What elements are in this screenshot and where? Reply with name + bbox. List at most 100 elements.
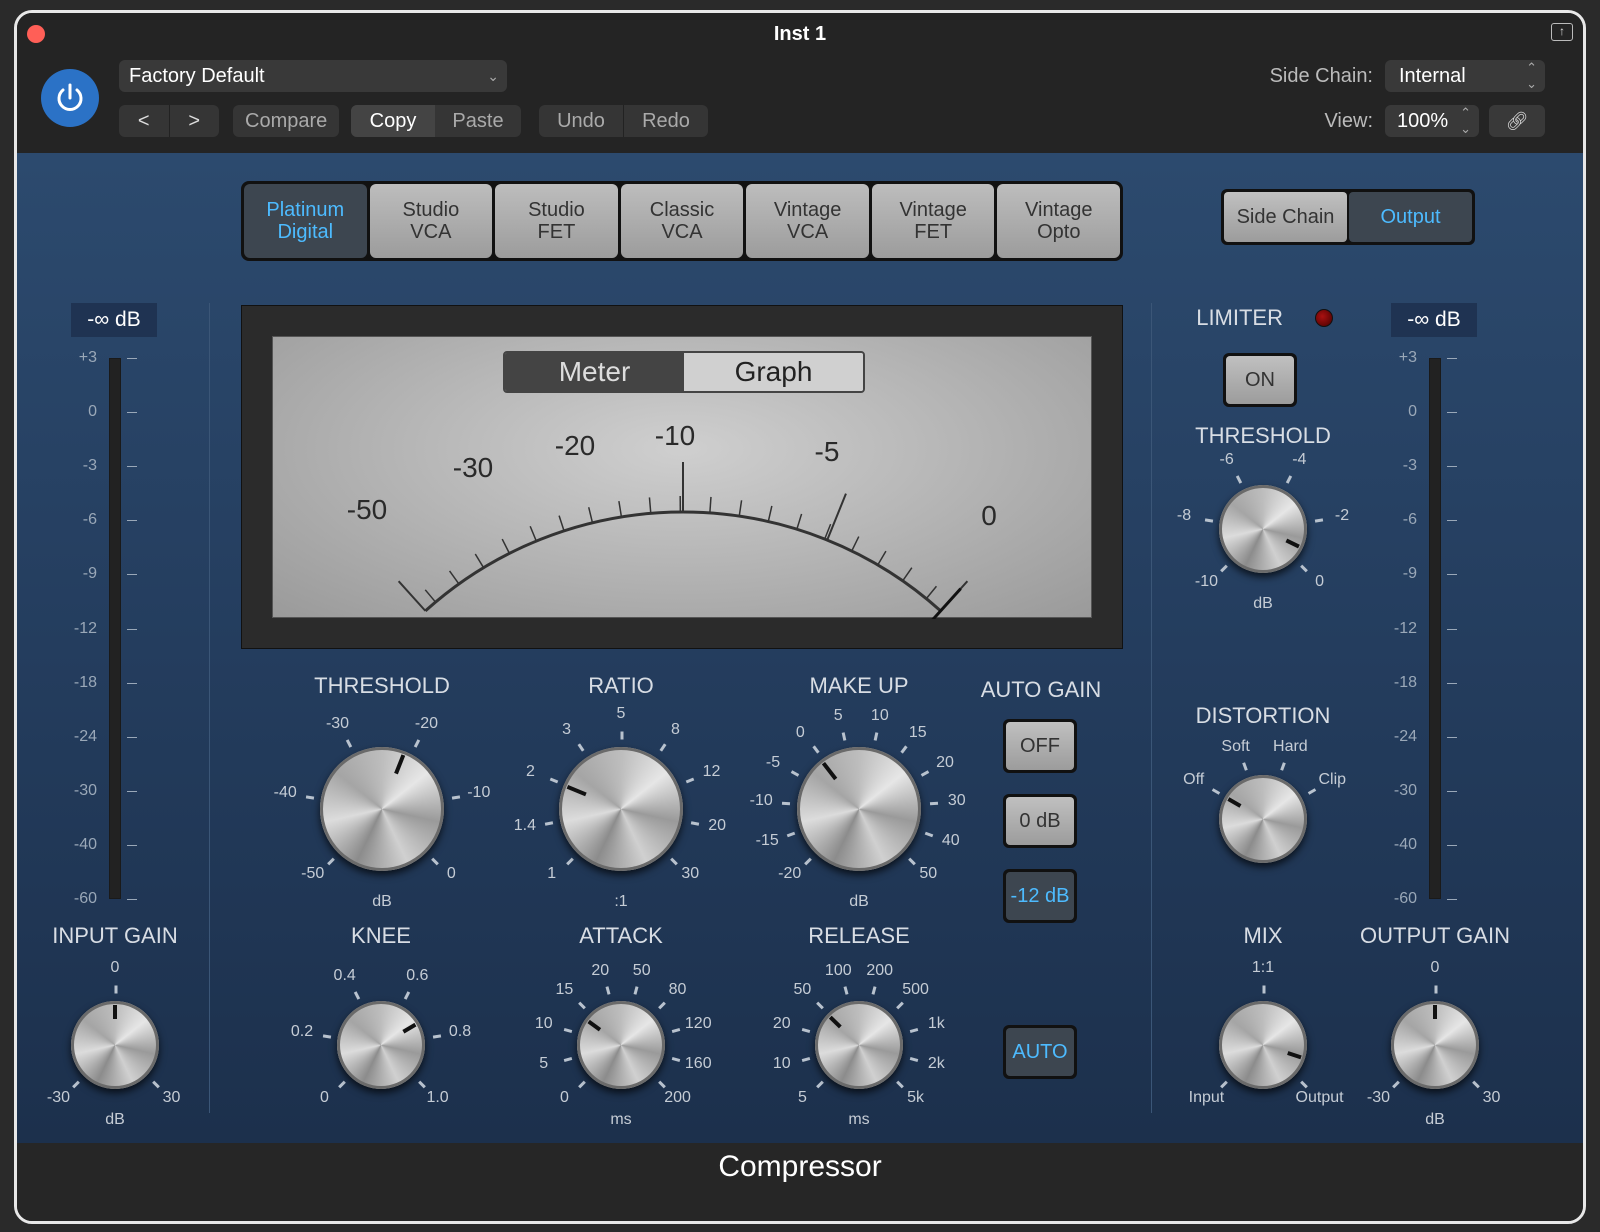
release-knob[interactable] bbox=[815, 1001, 903, 1089]
attack-knob[interactable] bbox=[577, 1001, 665, 1089]
mix-knob[interactable] bbox=[1219, 1001, 1307, 1089]
limiter-threshold-knob[interactable] bbox=[1219, 485, 1307, 573]
knob-tick bbox=[577, 743, 585, 752]
knob-pointer bbox=[402, 1022, 417, 1034]
knob-unit: dB bbox=[372, 893, 392, 910]
knob-tick bbox=[1280, 762, 1286, 771]
knob-tick bbox=[895, 1080, 904, 1089]
knob-scale-label: 10 bbox=[772, 1054, 791, 1072]
input-scale-tick bbox=[127, 412, 137, 414]
vu-meter: Meter Graph -50 -30 -20 -10 -5 0 bbox=[241, 305, 1123, 649]
circuit-type-5[interactable]: Vintage FET bbox=[871, 184, 995, 258]
circuit-type-2[interactable]: Studio FET bbox=[495, 184, 618, 258]
auto-gain-option-0[interactable]: OFF bbox=[1003, 719, 1077, 773]
link-button[interactable]: 🔗︎ bbox=[1489, 105, 1545, 137]
knob-scale-label: 40 bbox=[941, 831, 960, 849]
distortion-knob[interactable] bbox=[1219, 775, 1307, 863]
prev-preset-button[interactable]: < bbox=[119, 105, 169, 137]
knob-scale-label: 20 bbox=[936, 753, 954, 771]
knob-scale-label: Soft bbox=[1221, 737, 1250, 755]
knob-scale-label: 120 bbox=[684, 1015, 712, 1033]
output-scale-tick bbox=[1447, 628, 1457, 630]
knob-unit: :1 bbox=[614, 893, 628, 910]
knee-label: KNEE bbox=[351, 923, 411, 948]
knob-pointer bbox=[394, 754, 406, 775]
view-tab-output[interactable]: Output bbox=[1349, 192, 1472, 242]
input-scale-label: +3 bbox=[78, 349, 97, 366]
knob-scale-label: 8 bbox=[670, 720, 680, 738]
threshold-knob[interactable] bbox=[320, 747, 444, 871]
compare-button[interactable]: Compare bbox=[233, 105, 339, 137]
circuit-type-0[interactable]: Platinum Digital bbox=[244, 184, 367, 258]
knob-scale-label: -10 bbox=[1194, 572, 1218, 590]
knob-scale-label: 0 bbox=[319, 1088, 329, 1106]
knob-scale-label: 30 bbox=[681, 865, 700, 883]
preset-dropdown[interactable]: Factory Default ⌄ bbox=[119, 60, 507, 92]
undo-button[interactable]: Undo bbox=[539, 105, 623, 137]
vu-tick bbox=[424, 589, 437, 603]
circuit-type-6[interactable]: Vintage Opto bbox=[997, 184, 1121, 258]
updown-chevron-icon: ⌃ ⌄ bbox=[1460, 105, 1471, 136]
power-button[interactable] bbox=[41, 69, 99, 127]
input-scale-tick bbox=[127, 682, 137, 684]
output-scale-tick bbox=[1447, 574, 1457, 576]
side-chain-select[interactable]: Internal ⌃ ⌄ bbox=[1385, 60, 1545, 92]
knob-tick bbox=[659, 743, 667, 752]
paste-button[interactable]: Paste bbox=[435, 105, 521, 137]
view-tab-side-chain[interactable]: Side Chain bbox=[1224, 192, 1347, 242]
output-scale-tick bbox=[1447, 412, 1457, 414]
knob-scale-label: 5k bbox=[907, 1088, 925, 1106]
knob-tick bbox=[900, 745, 908, 754]
knob-tick bbox=[326, 857, 335, 866]
knob-tick bbox=[634, 986, 639, 996]
knob-scale-label: 0.8 bbox=[448, 1023, 472, 1041]
input-scale-label: -12 bbox=[73, 619, 97, 637]
knob-scale-label: 200 bbox=[664, 1088, 691, 1106]
knob-scale-label: 0.6 bbox=[406, 967, 429, 985]
input-gain-knob[interactable] bbox=[71, 1001, 159, 1089]
vu-scale-label: -50 bbox=[347, 494, 387, 525]
knob-tick bbox=[346, 738, 353, 748]
knob-scale-label: -20 bbox=[778, 865, 802, 883]
knob-scale-label: 12 bbox=[702, 763, 721, 781]
knob-scale-label: 1.0 bbox=[426, 1088, 449, 1106]
vu-scale-label: -20 bbox=[555, 430, 595, 461]
knob-scale-label: -50 bbox=[301, 865, 325, 883]
knee-knob[interactable] bbox=[337, 1001, 425, 1089]
knob-scale-label: 0 bbox=[795, 723, 805, 741]
makeup-knob[interactable] bbox=[797, 747, 921, 871]
knob-tick bbox=[1471, 1080, 1480, 1089]
knob-pointer bbox=[587, 1019, 602, 1032]
limiter-on-button[interactable]: ON bbox=[1223, 353, 1297, 407]
view-label: View: bbox=[1324, 110, 1373, 132]
redo-button[interactable]: Redo bbox=[624, 105, 708, 137]
vu-tick bbox=[558, 515, 565, 532]
auto-gain-option-1[interactable]: 0 dB bbox=[1003, 794, 1077, 848]
knob-unit: ms bbox=[848, 1111, 870, 1128]
output-gain-knob[interactable] bbox=[1391, 1001, 1479, 1089]
knob-unit: dB bbox=[849, 893, 869, 910]
release-auto-button[interactable]: AUTO bbox=[1003, 1025, 1077, 1079]
output-scale-tick bbox=[1447, 736, 1457, 738]
view-select[interactable]: 100% ⌃ ⌄ bbox=[1385, 105, 1479, 137]
side-chain-label: Side Chain: bbox=[1269, 65, 1373, 87]
input-level-readout: -∞ dB bbox=[71, 303, 157, 337]
auto-gain-option-2[interactable]: -12 dB bbox=[1003, 869, 1077, 923]
circuit-type-4[interactable]: Vintage VCA bbox=[746, 184, 869, 258]
copy-button[interactable]: Copy bbox=[351, 105, 435, 137]
next-preset-button[interactable]: > bbox=[170, 105, 220, 137]
circuit-type-1[interactable]: Studio VCA bbox=[369, 184, 493, 258]
expand-icon[interactable]: ↑ bbox=[1551, 23, 1573, 41]
knob-tick bbox=[1220, 564, 1229, 573]
knob-scale-label: -5 bbox=[765, 753, 781, 771]
knob-scale-label: Clip bbox=[1318, 771, 1347, 788]
ratio-knob[interactable] bbox=[559, 747, 683, 871]
vu-tick bbox=[501, 538, 511, 554]
knob-scale-label: -30 bbox=[325, 715, 350, 733]
circuit-type-3[interactable]: Classic VCA bbox=[620, 184, 744, 258]
input-scale-label: -3 bbox=[82, 457, 97, 475]
knob-pointer bbox=[1227, 797, 1242, 808]
copy-paste-group: Copy Paste bbox=[351, 105, 521, 137]
knob-tick bbox=[803, 857, 812, 866]
knob-tick bbox=[1242, 762, 1248, 771]
